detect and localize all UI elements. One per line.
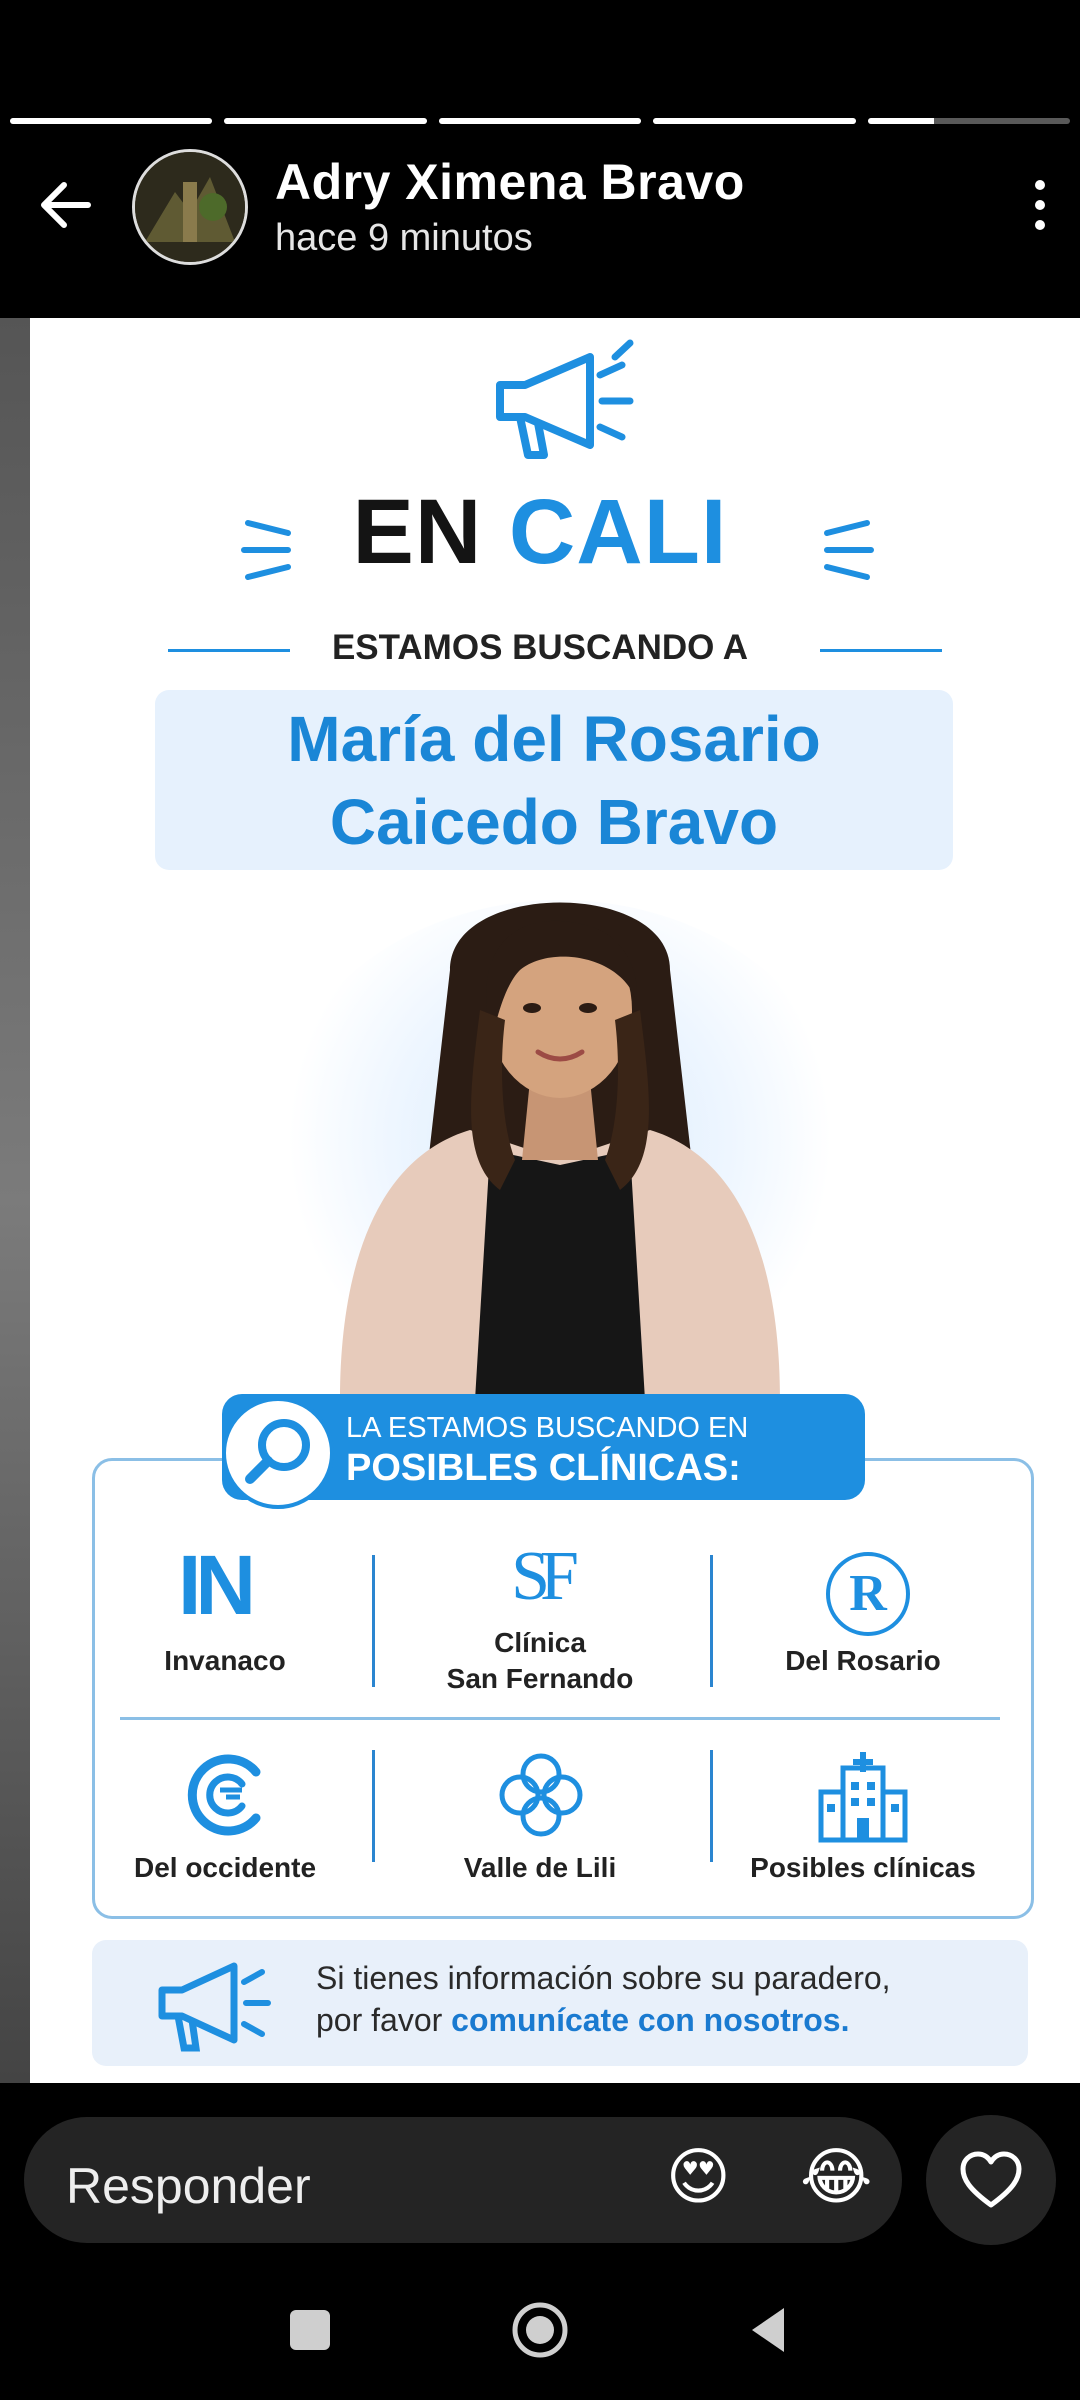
heart-eyes-emoji-button[interactable]: 😍 [666,2140,731,2213]
divider [120,1717,1000,1720]
back-nav-icon[interactable] [740,2300,800,2360]
megaphone-icon [158,1962,271,2052]
clinic-label-san-fernando-2: San Fernando [446,1663,634,1694]
contact-text-line1: Si tienes información sobre su paradero, [316,1960,891,1996]
avatar[interactable] [132,149,248,265]
home-nav-icon[interactable] [510,2300,570,2360]
contact-text-line2: por favor comunícate con nosotros. [316,2002,849,2039]
progress-segment [653,118,856,124]
missing-person-name-line2: Caicedo Bravo [329,786,779,858]
valle-de-lili-logo-icon [499,1753,583,1837]
search-banner-line2: POSIBLES CLÍNICAS: [346,1447,741,1489]
clinic-label-invanaco: Invanaco [164,1645,286,1676]
progress-segment [10,118,213,124]
hospital-building-icon [818,1752,908,1843]
del-rosario-logo-icon: R [826,1552,910,1636]
more-options-icon[interactable] [1020,175,1060,235]
missing-person-name-line1: María del Rosario [287,703,821,775]
clinic-label-san-fernando-1: Clínica [494,1627,586,1658]
heart-icon [960,2151,1022,2208]
progress-segment [438,118,642,124]
progress-segment [224,118,427,124]
megaphone-icon [496,339,634,459]
like-button[interactable] [926,2115,1056,2245]
story-progress-bar [10,118,1071,124]
post-time: hace 9 minutos [275,217,533,259]
contact-text-highlight: comunícate con nosotros. [451,2002,850,2038]
clinic-label-posibles: Posibles clínicas [750,1852,976,1883]
search-icon [222,1397,334,1509]
invanaco-logo-icon: IN [178,1538,256,1632]
reply-placeholder[interactable]: Responder [66,2157,311,2215]
del-occidente-logo-icon [187,1754,261,1836]
poster-title: EN CALI [0,480,1080,585]
clinic-label-del-rosario: Del Rosario [785,1645,941,1676]
missing-person-photo [340,902,780,1400]
san-fernando-logo-icon: SF [511,1538,579,1615]
laughing-emoji-button[interactable]: 😂 [800,2140,872,2213]
divider [710,1750,713,1862]
progress-segment-current [867,118,1071,124]
title-city: CALI [508,481,728,583]
contact-text-plain: por favor [316,2002,443,2038]
story-header: Adry Ximena Bravo hace 9 minutos [0,145,1080,265]
clinic-label-valle-de-lili: Valle de Lili [463,1852,617,1883]
search-banner-line1: LA ESTAMOS BUSCANDO EN [346,1412,749,1444]
clinic-label-del-occidente: Del occidente [133,1852,317,1883]
recents-nav-icon[interactable] [280,2300,340,2360]
title-prefix: EN [352,481,483,583]
poster-subtitle: ESTAMOS BUSCANDO A [331,628,749,667]
username[interactable]: Adry Ximena Bravo [275,153,745,211]
back-arrow-icon[interactable] [34,173,98,237]
divider [372,1750,375,1862]
